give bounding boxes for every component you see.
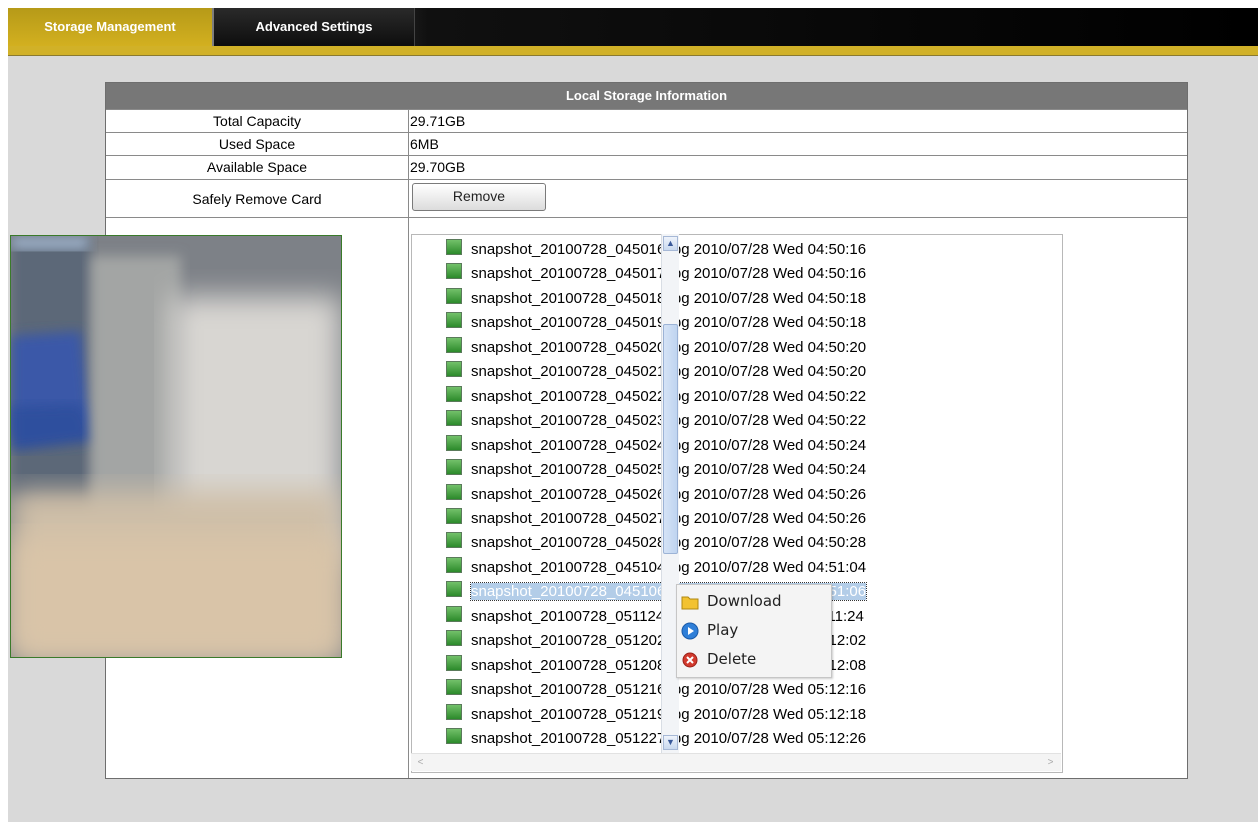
file-list-item[interactable]: snapshot_20100728_045023.jpg 2010/07/28 … [446,410,866,432]
menu-item-play[interactable]: Play [677,616,831,644]
image-file-icon [446,239,462,255]
image-file-icon [446,483,462,500]
tab-bar: Storage Management Advanced Settings [8,8,1258,48]
image-file-icon [446,654,462,671]
file-list-item[interactable]: snapshot_20100728_045021.jpg 2010/07/28 … [446,361,866,383]
file-list-item[interactable]: snapshot_20100728_045028.jpg 2010/07/28 … [446,532,866,554]
safely-remove-label: Safely Remove Card [192,191,322,207]
file-list-item[interactable]: snapshot_20100728_045027.jpg 2010/07/28 … [446,507,866,530]
image-file-icon [446,532,462,549]
file-list-item[interactable]: snapshot_20100728_045016.jpg 2010/07/28 … [446,239,866,261]
available-space-label: Available Space [206,159,308,175]
row-available-space: Available Space 29.70GB [106,155,1187,179]
context-menu: Download Play Delete [676,584,832,678]
delete-icon [681,650,699,668]
file-list-item[interactable]: snapshot_20100728_051227.jpg 2010/07/28 … [446,728,866,750]
file-list-item[interactable]: snapshot_20100728_045017.jpg 2010/07/28 … [446,263,866,285]
scrollbar-thumb[interactable] [663,324,678,554]
scroll-up-icon[interactable]: ▲ [663,236,678,251]
preview-scene [11,236,341,657]
file-list-item[interactable]: snapshot_20100728_045025.jpg 2010/07/28 … [446,459,866,481]
horizontal-scrollbar[interactable]: < > [411,753,1061,771]
row-total-capacity: Total Capacity 29.71GB [106,109,1187,132]
image-file-icon [446,581,462,598]
used-space-value: 6MB [410,136,439,152]
image-file-icon [446,263,462,280]
page-background: Storage Management Advanced Settings Loc… [8,8,1258,822]
image-file-icon [446,728,462,744]
menu-item-delete[interactable]: Delete [677,645,831,673]
snapshot-file-list[interactable]: snapshot_20100728_045016.jpg 2010/07/28 … [411,234,1063,773]
tab-advanced-settings[interactable]: Advanced Settings [214,8,415,48]
row-safely-remove: Safely Remove Card Remove [106,179,1187,218]
image-file-icon [446,556,462,573]
row-divider [106,217,1187,218]
menu-label-download: Download [707,592,782,610]
used-space-label: Used Space [218,136,296,152]
image-file-icon [446,336,462,353]
image-file-icon [446,679,462,696]
remove-button[interactable]: Remove [412,183,546,211]
file-list-item[interactable]: snapshot_20100728_045026.jpg 2010/07/28 … [446,483,866,506]
file-list-item[interactable]: snapshot_20100728_051216.jpg 2010/07/28 … [446,679,866,701]
menu-item-download[interactable]: Download [677,587,831,615]
scroll-right-icon[interactable]: > [1043,755,1058,770]
menu-label-play: Play [707,621,739,639]
image-file-icon [446,361,462,378]
image-file-icon [446,630,462,647]
folder-icon [681,592,699,610]
file-list-item[interactable]: snapshot_20100728_051219.jpg 2010/07/28 … [446,703,866,726]
file-list-item[interactable]: snapshot_20100728_045024.jpg 2010/07/28 … [446,434,866,457]
total-capacity-label: Total Capacity [213,113,301,129]
image-file-icon [446,434,462,451]
file-list-item[interactable]: snapshot_20100728_045019.jpg 2010/07/28 … [446,312,866,334]
file-list-item[interactable]: snapshot_20100728_045022.jpg 2010/07/28 … [446,385,866,408]
tab-underline [8,46,1258,56]
tab-storage-management[interactable]: Storage Management [8,8,212,48]
panel-title: Local Storage Information [106,83,1187,109]
image-file-icon [446,312,462,329]
scroll-down-icon[interactable]: ▼ [663,735,678,750]
image-file-icon [446,385,462,402]
available-space-value: 29.70GB [410,159,466,175]
total-capacity-value: 29.71GB [410,113,466,129]
image-file-icon [446,287,462,304]
image-file-icon [446,605,462,622]
image-file-icon [446,410,462,427]
play-icon [681,621,699,640]
image-file-icon [446,459,462,476]
image-file-icon [446,507,462,524]
file-list-item[interactable]: snapshot_20100728_045104.jpg 2010/07/28 … [446,556,866,579]
snapshot-preview-image [10,235,342,658]
file-list-item[interactable]: snapshot_20100728_045018.jpg 2010/07/28 … [446,287,866,310]
scroll-left-icon[interactable]: < [413,755,428,770]
image-file-icon [446,703,462,720]
file-list-item[interactable]: snapshot_20100728_045020.jpg 2010/07/28 … [446,336,866,359]
row-used-space: Used Space 6MB [106,132,1187,155]
menu-label-delete: Delete [707,650,757,668]
